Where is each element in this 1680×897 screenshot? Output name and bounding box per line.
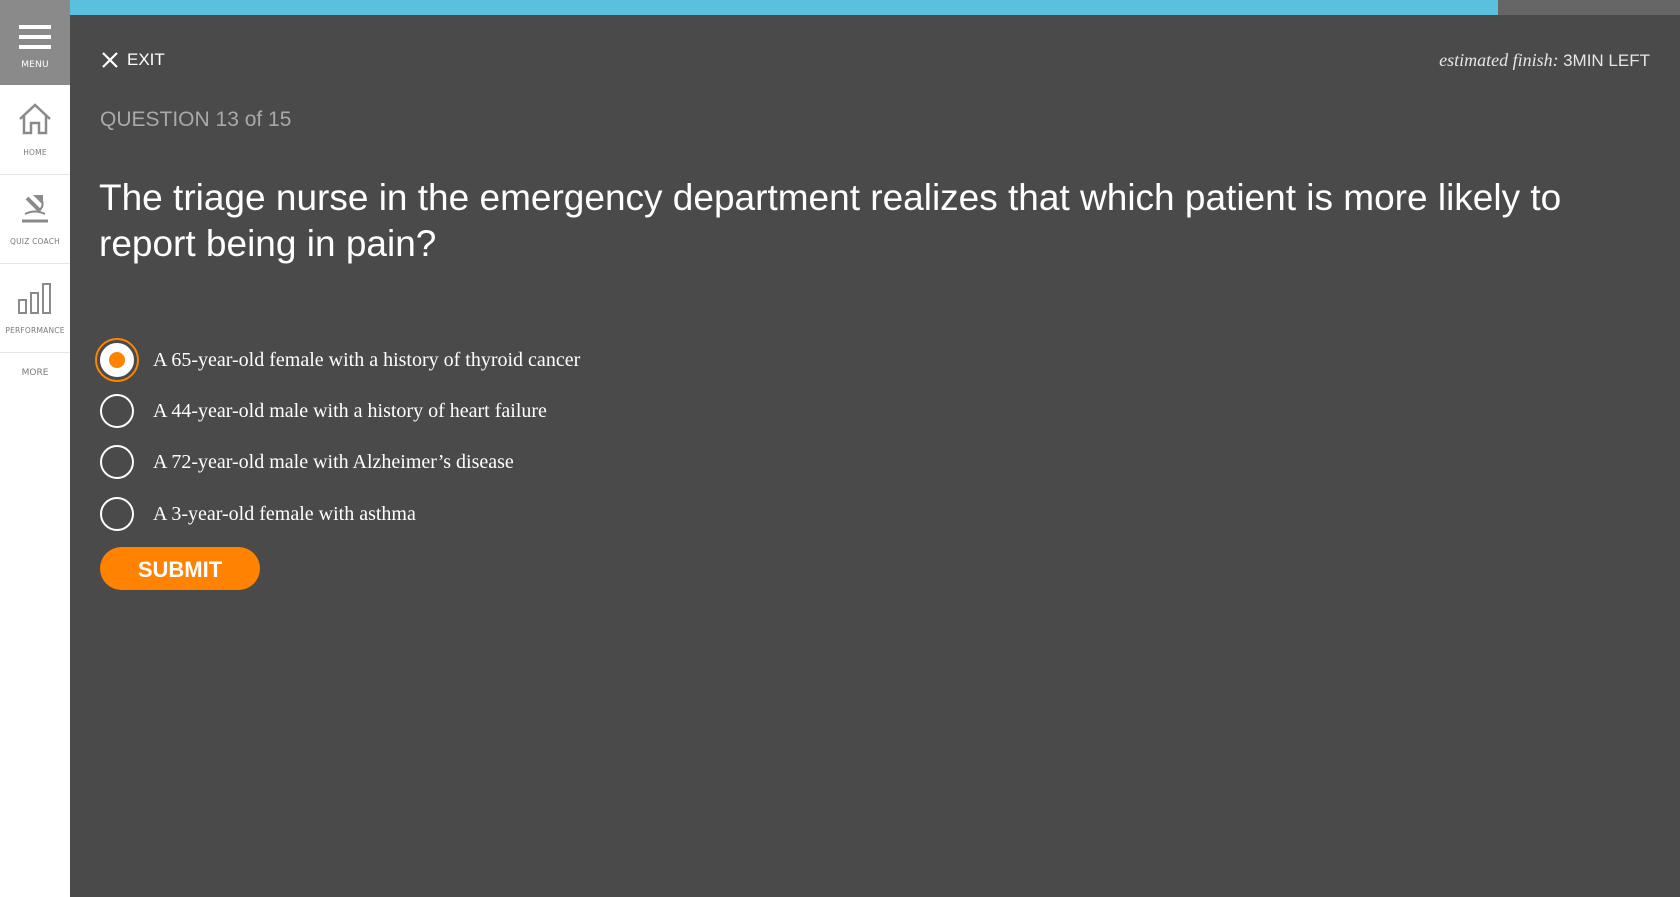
answer-option[interactable]: A 44-year-old male with a history of hea… xyxy=(100,391,547,431)
answer-option[interactable]: A 65-year-old female with a history of t… xyxy=(95,338,581,382)
sidebar-item-label: PERFORMANCE xyxy=(5,326,65,335)
question-counter: QUESTION 13 of 15 xyxy=(100,108,292,131)
answer-label: A 44-year-old male with a history of hea… xyxy=(153,399,547,422)
sidebar-more-button[interactable]: MORE xyxy=(0,368,70,378)
answer-radio[interactable] xyxy=(100,445,134,479)
answer-option[interactable]: A 3-year-old female with asthma xyxy=(100,494,416,534)
submit-button[interactable]: SUBMIT xyxy=(100,547,260,590)
close-icon xyxy=(102,52,118,68)
estimate-prefix: estimated finish: xyxy=(1439,50,1559,70)
answer-option[interactable]: A 72-year-old male with Alzheimer’s dise… xyxy=(100,442,514,482)
quiz-progress-bar xyxy=(70,0,1680,15)
answer-radio[interactable] xyxy=(100,497,134,531)
hamburger-icon xyxy=(19,25,51,49)
performance-icon xyxy=(18,283,51,314)
estimate-value: 3MIN LEFT xyxy=(1563,51,1650,70)
sidebar-item-label: QUIZ COACH xyxy=(9,237,60,246)
answer-label: A 3-year-old female with asthma xyxy=(153,502,416,525)
question-text: The triage nurse in the emergency depart… xyxy=(99,177,1562,264)
sidebar-item-quiz-coach[interactable]: QUIZ COACH xyxy=(0,175,70,264)
home-icon xyxy=(19,103,51,135)
answer-radio[interactable] xyxy=(95,338,139,382)
answer-radio[interactable] xyxy=(100,394,134,428)
exit-label: EXIT xyxy=(127,50,165,69)
exit-button[interactable]: EXIT xyxy=(101,50,165,70)
sidebar: MENU HOME QUIZ COACH PERFORMANCE MORE xyxy=(0,0,70,897)
quiz-progress-fill xyxy=(70,0,1499,15)
sidebar-item-home[interactable]: HOME xyxy=(0,86,70,175)
menu-button[interactable]: MENU xyxy=(0,0,70,85)
sidebar-item-label: HOME xyxy=(23,148,47,157)
answer-label: A 72-year-old male with Alzheimer’s dise… xyxy=(153,450,514,473)
menu-label: MENU xyxy=(21,60,49,70)
sidebar-item-performance[interactable]: PERFORMANCE xyxy=(0,264,70,353)
answer-label: A 65-year-old female with a history of t… xyxy=(153,348,581,371)
estimated-finish: estimated finish: 3MIN LEFT xyxy=(1439,50,1650,71)
quiz-coach-icon xyxy=(22,195,48,223)
